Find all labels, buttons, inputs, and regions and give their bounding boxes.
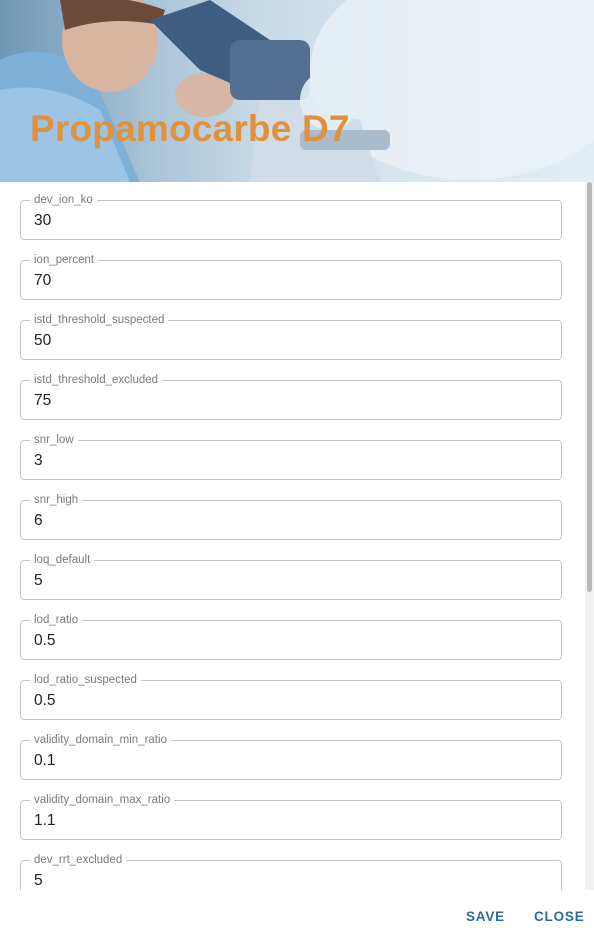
close-button[interactable]: CLOSE [534, 909, 585, 924]
field-label: snr_low [30, 433, 78, 447]
field-snr-low[interactable]: snr_low 3 [20, 433, 562, 480]
field-snr-high[interactable]: snr_high 6 [20, 493, 562, 540]
field-validity-domain-min-ratio[interactable]: validity_domain_min_ratio 0.1 [20, 733, 562, 780]
field-value[interactable]: 75 [34, 392, 51, 410]
field-label: lod_ratio [30, 613, 83, 627]
field-value[interactable]: 0.5 [34, 692, 56, 710]
field-value[interactable]: 0.5 [34, 632, 56, 650]
field-label: loq_default [30, 553, 95, 567]
field-value[interactable]: 70 [34, 272, 51, 290]
field-label: istd_threshold_suspected [30, 313, 169, 327]
field-value[interactable]: 30 [34, 212, 51, 230]
field-lod-ratio-suspected[interactable]: lod_ratio_suspected 0.5 [20, 673, 562, 720]
field-label: lod_ratio_suspected [30, 673, 141, 687]
scrollbar-thumb[interactable] [587, 182, 592, 592]
field-label: snr_high [30, 493, 83, 507]
field-value[interactable]: 3 [34, 452, 43, 470]
field-istd-threshold-excluded[interactable]: istd_threshold_excluded 75 [20, 373, 562, 420]
field-label: validity_domain_max_ratio [30, 793, 175, 807]
dialog-actions: SAVE CLOSE [0, 890, 594, 942]
field-lod-ratio[interactable]: lod_ratio 0.5 [20, 613, 562, 660]
dialog-title: Propamocarbe D7 [30, 108, 350, 149]
field-istd-threshold-suspected[interactable]: istd_threshold_suspected 50 [20, 313, 562, 360]
field-label: dev_rrt_excluded [30, 853, 127, 867]
field-label: validity_domain_min_ratio [30, 733, 171, 747]
save-button[interactable]: SAVE [466, 909, 505, 924]
field-value[interactable]: 5 [34, 872, 43, 890]
field-validity-domain-max-ratio[interactable]: validity_domain_max_ratio 1.1 [20, 793, 562, 840]
field-label: dev_ion_ko [30, 193, 97, 207]
field-ion-percent[interactable]: ion_percent 70 [20, 253, 562, 300]
form-scroll-area[interactable]: dev_ion_ko 30 ion_percent 70 istd_thresh… [0, 182, 585, 890]
field-dev-ion-ko[interactable]: dev_ion_ko 30 [20, 193, 562, 240]
field-label: istd_threshold_excluded [30, 373, 163, 387]
field-value[interactable]: 5 [34, 572, 43, 590]
lab-scientist-illustration [0, 0, 594, 182]
header-banner-image: Propamocarbe D7 [0, 0, 594, 182]
field-loq-default[interactable]: loq_default 5 [20, 553, 562, 600]
field-label: ion_percent [30, 253, 99, 267]
field-value[interactable]: 6 [34, 512, 43, 530]
field-dev-rrt-excluded[interactable]: dev_rrt_excluded 5 [20, 853, 562, 890]
field-value[interactable]: 1.1 [34, 812, 56, 830]
field-value[interactable]: 50 [34, 332, 51, 350]
field-value[interactable]: 0.1 [34, 752, 56, 770]
